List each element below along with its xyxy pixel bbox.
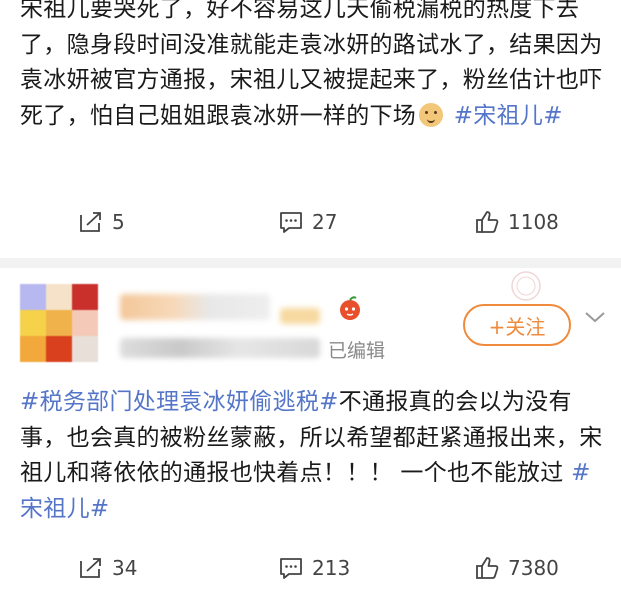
dog-face-emoji-icon <box>419 102 444 127</box>
repost-count: 34 <box>112 556 138 580</box>
thumbs-up-icon <box>476 557 499 579</box>
edited-label: 已编辑 <box>328 340 386 362</box>
like-button[interactable]: 7380 <box>474 546 559 590</box>
comment-count: 27 <box>312 210 338 234</box>
post-text: #税务部门处理袁冰妍偷逃税#不通报真的会以为没有事，也会真的被粉丝蒙蔽，所以希望… <box>20 385 605 527</box>
comment-button[interactable]: 213 <box>278 546 350 590</box>
author-name[interactable] <box>120 294 270 320</box>
follow-button[interactable]: +关注 <box>463 304 571 346</box>
like-count: 7380 <box>508 556 559 580</box>
post-actions: 5 27 1108 <box>0 200 621 244</box>
weibo-post-1: 宋祖儿要哭死了，好不容易这几天偷税漏税的热度下去了，隐身段时间没准就能走袁冰妍的… <box>0 0 621 258</box>
author-badge <box>280 308 320 324</box>
like-count: 1108 <box>508 210 559 234</box>
post-text: 宋祖儿要哭死了，好不容易这几天偷税漏税的热度下去了，隐身段时间没准就能走袁冰妍的… <box>20 0 605 134</box>
hashtag-link[interactable]: #宋祖儿# <box>454 103 563 129</box>
thumbs-up-icon <box>476 211 499 233</box>
hashtag-link-lead[interactable]: #税务部门处理袁冰妍偷逃税# <box>20 389 339 415</box>
repost-count: 5 <box>112 210 125 234</box>
avatar[interactable] <box>20 284 98 362</box>
repost-icon <box>80 558 101 578</box>
weibo-post-2: 已编辑 +关注 #税务部门处理袁冰妍偷逃税#不通报真的会以为没有事，也会真的被粉… <box>0 268 621 590</box>
repost-button[interactable]: 34 <box>78 546 137 590</box>
post-divider <box>0 258 621 268</box>
comment-count: 213 <box>312 556 351 580</box>
repost-icon <box>80 212 101 232</box>
comment-button[interactable]: 27 <box>278 200 337 244</box>
like-button[interactable]: 1108 <box>474 200 559 244</box>
comment-icon <box>280 558 302 579</box>
fruit-badge-icon <box>340 296 360 320</box>
comment-icon <box>280 212 302 233</box>
post-actions: 34 213 7380 <box>0 546 621 590</box>
repost-button[interactable]: 5 <box>78 200 125 244</box>
chevron-down-icon[interactable] <box>584 310 606 324</box>
post-meta <box>120 338 320 358</box>
